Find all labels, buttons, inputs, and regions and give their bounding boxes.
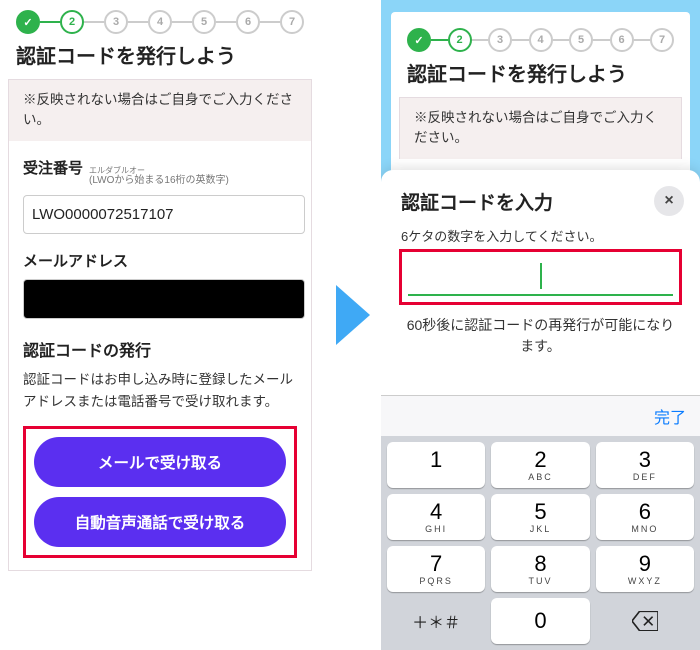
reissue-notice: 60秒後に認証コードの再発行が可能になります。 (381, 305, 700, 357)
email-label: メールアドレス (23, 250, 128, 271)
key-symbols[interactable]: ＋＊＃ (387, 598, 485, 644)
key-5[interactable]: 5JKL (491, 494, 589, 540)
close-icon[interactable]: × (654, 186, 684, 216)
order-number-label: 受注番号 (23, 157, 83, 178)
key-9[interactable]: 9WXYZ (596, 546, 694, 592)
page-title: 認証コードを発行しよう (0, 38, 320, 79)
modal-title: 認証コードを入力 (401, 188, 553, 215)
receive-by-email-button[interactable]: メールで受け取る (34, 437, 286, 487)
step-4: 4 (529, 28, 553, 52)
step-6: 6 (236, 10, 260, 34)
keyboard-done-button[interactable]: 完了 (381, 395, 700, 436)
numeric-keypad: 完了 1 2ABC3DEF 4GHI5JKL6MNO 7PQRS8TUV9WXYZ ＋… (381, 395, 700, 650)
step-2: 2 (448, 28, 472, 52)
step-7: 7 (650, 28, 674, 52)
key-2[interactable]: 2ABC (491, 442, 589, 488)
key-1[interactable]: 1 (387, 442, 485, 488)
key-6[interactable]: 6MNO (596, 494, 694, 540)
step-1: ✓ (16, 10, 40, 34)
key-8[interactable]: 8TUV (491, 546, 589, 592)
key-4[interactable]: 4GHI (387, 494, 485, 540)
email-input[interactable] (23, 279, 305, 319)
issue-description: 認証コードはお申し込み時に登録したメールアドレスまたは電話番号で受け取れます。 (23, 369, 297, 412)
step-2: 2 (60, 10, 84, 34)
modal-subtitle: 6ケタの数字を入力してください。 (381, 226, 700, 245)
receive-by-voice-button[interactable]: 自動音声通話で受け取る (34, 497, 286, 547)
progress-steps: ✓ 234567 (391, 12, 690, 56)
issue-section-title: 認証コードの発行 (23, 337, 297, 361)
step-7: 7 (280, 10, 304, 34)
arrow-icon (336, 285, 370, 345)
code-input-highlight (399, 249, 682, 305)
step-1: ✓ (407, 28, 431, 52)
key-0[interactable]: 0 (491, 598, 589, 644)
code-input[interactable] (408, 258, 673, 296)
step-3: 3 (488, 28, 512, 52)
step-5: 5 (569, 28, 593, 52)
backspace-icon[interactable] (596, 598, 694, 644)
key-7[interactable]: 7PQRS (387, 546, 485, 592)
step-6: 6 (610, 28, 634, 52)
reflect-notice: ※反映されない場合はご自身でご入力ください。 (399, 97, 682, 159)
page-title: 認証コードを発行しよう (391, 56, 690, 97)
step-3: 3 (104, 10, 128, 34)
order-number-hint: エルダブルオー (LWOから始まる16桁の英数字) (89, 166, 229, 188)
key-3[interactable]: 3DEF (596, 442, 694, 488)
progress-steps: ✓ 234567 (0, 0, 320, 38)
code-entry-modal: 認証コードを入力 × 6ケタの数字を入力してください。 60秒後に認証コードの再… (381, 170, 700, 650)
reflect-notice: ※反映されない場合はご自身でご入力ください。 (8, 79, 312, 141)
step-4: 4 (148, 10, 172, 34)
step-5: 5 (192, 10, 216, 34)
receive-buttons-group: メールで受け取る 自動音声通話で受け取る (23, 426, 297, 558)
text-cursor-icon (540, 263, 542, 289)
order-number-input[interactable] (23, 195, 305, 234)
